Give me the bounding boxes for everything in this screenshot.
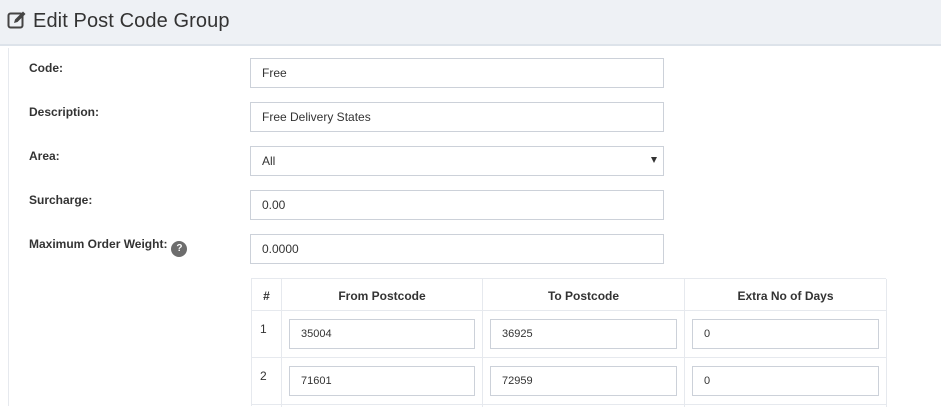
- max-weight-label-group: Maximum Order Weight:?: [29, 237, 188, 257]
- row-divider: [252, 357, 887, 358]
- header-to-postcode: To Postcode: [547, 289, 620, 303]
- area-select[interactable]: All: [250, 146, 664, 176]
- to-postcode-input[interactable]: 72959: [490, 366, 677, 396]
- from-postcode-input[interactable]: 71601: [289, 366, 475, 396]
- help-icon[interactable]: ?: [171, 241, 188, 257]
- max-weight-input[interactable]: 0.0000: [250, 234, 664, 264]
- row-divider: [252, 310, 887, 311]
- page-header: Edit Post Code Group: [0, 0, 941, 46]
- row-number: 2: [260, 369, 267, 383]
- postcode-table: # From Postcode To Postcode Extra No of …: [251, 278, 887, 407]
- extra-days-input[interactable]: 0: [692, 366, 879, 396]
- header-num: #: [263, 289, 270, 303]
- header-from-postcode: From Postcode: [338, 289, 426, 303]
- code-label: Code:: [29, 61, 63, 75]
- from-postcode-input[interactable]: 35004: [289, 319, 475, 349]
- code-input[interactable]: Free: [250, 58, 664, 88]
- chevron-down-icon: [651, 157, 657, 163]
- page-title: Edit Post Code Group: [33, 10, 230, 32]
- area-selected-value: All: [262, 154, 276, 168]
- to-postcode-input[interactable]: 36925: [490, 319, 677, 349]
- column-divider: [886, 279, 887, 407]
- row-divider: [252, 404, 887, 405]
- edit-icon: [7, 11, 26, 29]
- area-label: Area:: [29, 149, 60, 163]
- header-extra-days: Extra No of Days: [737, 289, 834, 303]
- extra-days-input[interactable]: 0: [692, 319, 879, 349]
- description-input[interactable]: Free Delivery States: [250, 102, 664, 132]
- max-weight-label: Maximum Order Weight:: [29, 237, 168, 251]
- surcharge-input[interactable]: 0.00: [250, 190, 664, 220]
- description-label: Description:: [29, 105, 100, 119]
- row-number: 1: [260, 322, 267, 336]
- surcharge-label: Surcharge:: [29, 193, 93, 207]
